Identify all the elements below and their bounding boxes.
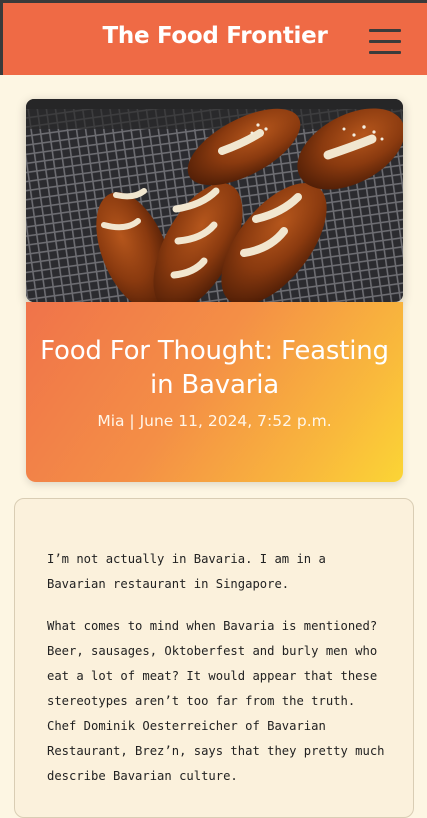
pretzel-photo [26,99,403,302]
menu-bar [369,29,401,32]
menu-bar [369,51,401,54]
site-header: The Food Frontier [0,0,427,75]
post-meta: Mia | June 11, 2024, 7:52 p.m. [97,412,332,430]
article-paragraph: I’m not actually in Bavaria. I am in a B… [47,552,326,591]
hamburger-menu-icon[interactable] [369,29,401,55]
post-title: Food For Thought: Feasting in Bavaria [40,336,389,400]
article-body: I’m not actually in Bavaria. I am in a B… [14,498,414,818]
article-paragraph: What comes to mind when Bavaria is menti… [47,619,385,783]
menu-bar [369,40,401,43]
site-title[interactable]: The Food Frontier [3,23,427,49]
post-header-card: Food For Thought: Feasting in Bavaria Mi… [26,302,403,482]
hero-image [26,99,403,302]
